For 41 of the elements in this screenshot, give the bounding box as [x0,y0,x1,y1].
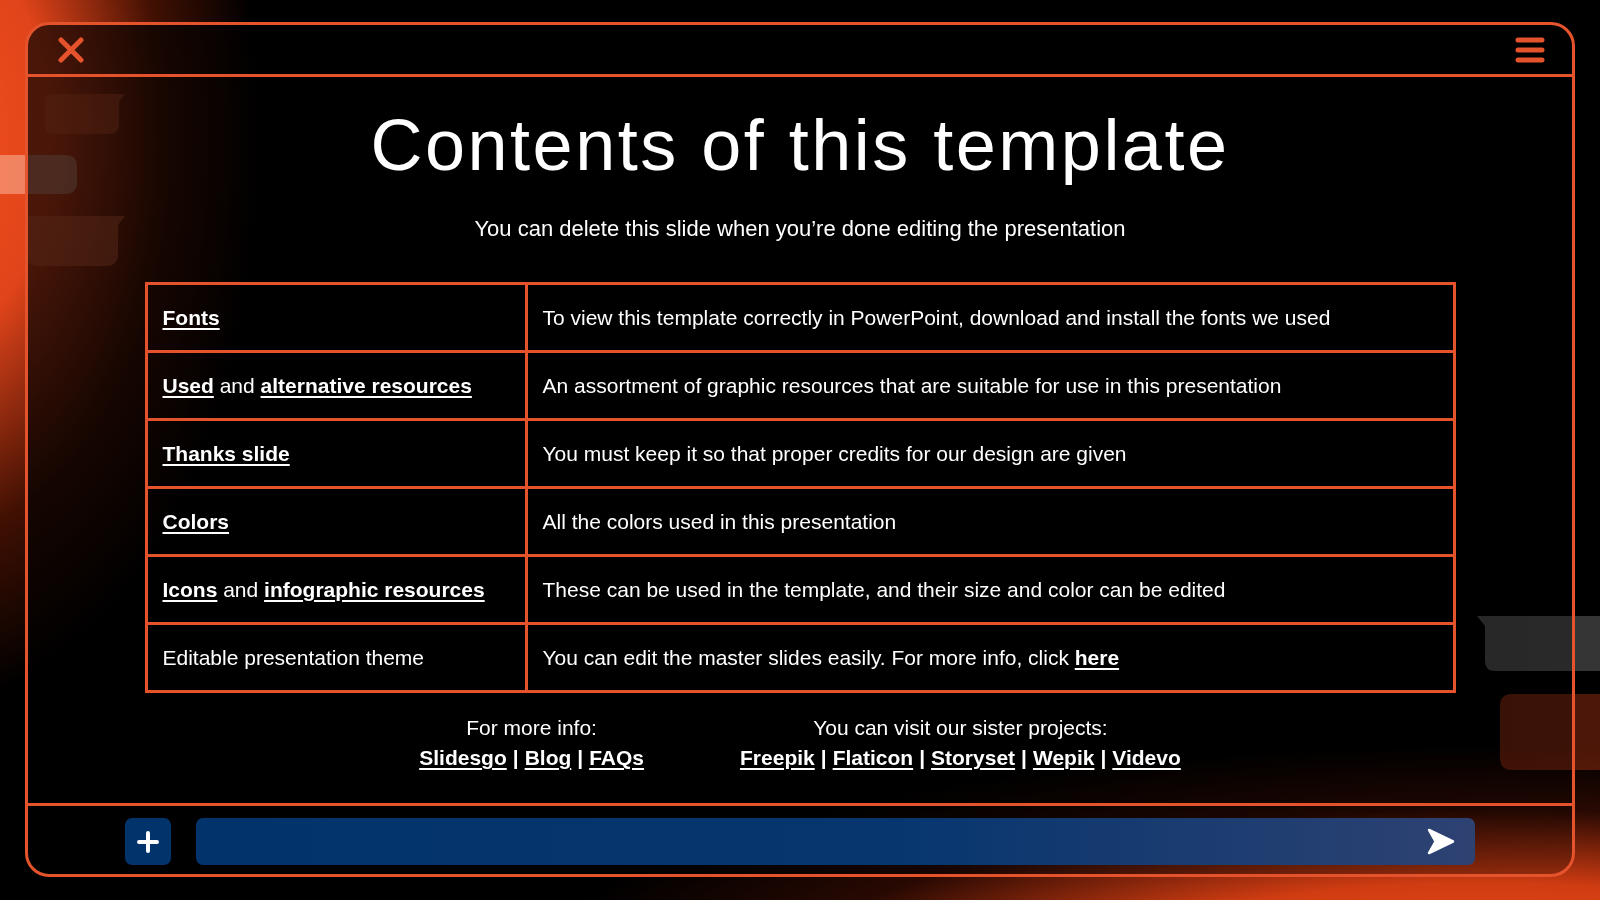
footer-link[interactable]: Blog [524,743,572,774]
cell-text: All the colors used in this presentation [542,509,897,533]
text-link[interactable]: Thanks slide [162,441,290,465]
text-link[interactable]: infographic resources [264,577,485,601]
cell-text: You must keep it so that proper credits for our design are given [542,441,1127,465]
send-icon[interactable] [1427,828,1455,855]
cell-text: Used and alternative resources [162,373,472,397]
cell-text: Icons and infographic resources [162,577,485,601]
footer-label: For more info: [466,715,597,742]
link-separator: | [1021,745,1027,772]
cell-text: An assortment of graphic resources that are suitable for use in this presentation [542,373,1282,397]
text-link[interactable]: Colors [162,509,229,533]
link-separator: | [512,745,519,772]
cell-text: To view this template correctly in PowerPoint, download and install the fonts we used [542,305,1331,329]
text-link[interactable]: alternative resources [260,373,472,397]
link-separator: | [1100,745,1107,772]
subtitle-text: You can delete this slide when you’re done editing the presentation [474,215,1126,244]
text-link[interactable]: here [1074,645,1120,669]
cell-text: Editable presentation theme [162,645,424,669]
footer-link[interactable]: Wepik [1032,743,1095,774]
menu-icon[interactable] [1515,36,1545,63]
cell-text: You can edit the master slides easily. For more info, click here [542,645,1120,669]
message-field[interactable] [196,818,1475,865]
link-separator: | [820,745,827,772]
text-link[interactable]: Used [162,373,214,397]
footer-link[interactable]: Storyset [931,743,1016,774]
close-icon[interactable] [58,36,84,63]
slide-title: Contents of this template [370,106,1230,186]
link-separator: | [577,745,584,772]
footer-link[interactable]: Videvo [1112,743,1181,774]
text-link[interactable]: Icons [162,577,218,601]
add-button[interactable] [125,818,171,865]
link-separator: | [919,745,926,772]
text-link[interactable]: Fonts [162,305,220,329]
footer-link[interactable]: Freepik [740,743,815,774]
footer-link[interactable]: Flaticon [832,743,914,774]
footer-link[interactable]: Slidesgo [419,743,507,774]
footer-link[interactable]: FAQs [589,743,645,774]
plus-icon [137,830,159,853]
cell-text: These can be used in the template, and their size and color can be edited [542,577,1226,601]
footer-label: You can visit our sister projects: [813,715,1108,742]
